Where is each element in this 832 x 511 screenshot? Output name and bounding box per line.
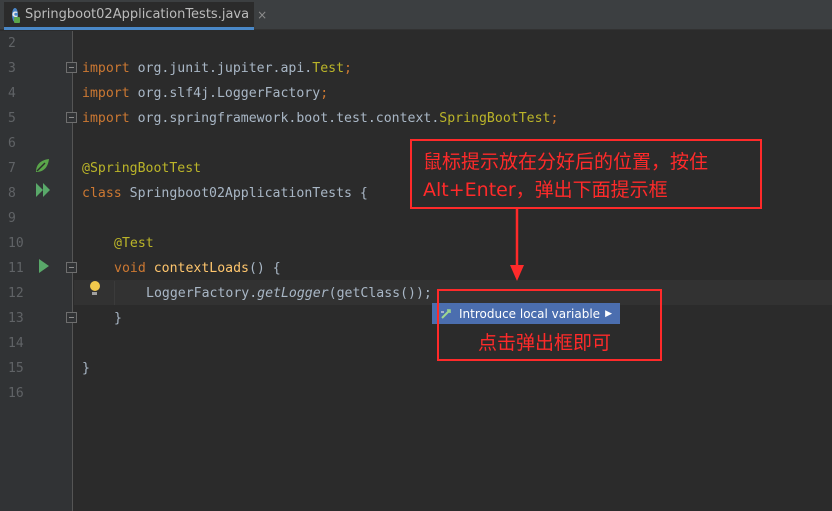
code-line-class-close: } [82, 361, 90, 376]
code-line-logger-call: LoggerFactory.getLogger(getClass()); [146, 286, 432, 301]
annotation-arrow [510, 209, 524, 281]
run-all-tests-icon[interactable] [35, 182, 53, 198]
line-number: 10 [8, 236, 24, 251]
file-tab-label: Springboot02ApplicationTests.java [24, 7, 250, 22]
code-line-method-close: } [114, 311, 122, 326]
java-class-icon: c [12, 7, 20, 23]
code-line-class-decl: class Springboot02ApplicationTests { [82, 186, 368, 201]
spring-bean-icon[interactable] [33, 157, 51, 175]
line-number: 12 [8, 286, 24, 301]
indent-guide [114, 281, 115, 305]
code-line-import-springboottest: import org.springframework.boot.test.con… [82, 111, 559, 126]
file-tab[interactable]: c Springboot02ApplicationTests.java × [4, 2, 267, 30]
code-line-test-annotation: @Test [114, 236, 154, 251]
editor-tab-bar: c Springboot02ApplicationTests.java × [0, 0, 832, 30]
line-number: 2 [8, 36, 16, 51]
line-number: 13 [8, 311, 24, 326]
line-number: 16 [8, 386, 24, 401]
annotation-text-line2: Alt+Enter，弹出下面提示框 [423, 179, 668, 201]
line-number: 8 [8, 186, 16, 201]
line-number: 9 [8, 211, 16, 226]
line-number: 4 [8, 86, 16, 101]
annotation-text-line1: 鼠标提示放在分好后的位置，按住 [423, 151, 709, 173]
code-line-import-test: import org.junit.jupiter.api.Test; [82, 61, 352, 76]
line-number: 11 [8, 261, 24, 276]
run-test-icon[interactable] [38, 258, 50, 274]
line-number: 6 [8, 136, 16, 151]
line-number: 5 [8, 111, 16, 126]
annotation-text-bottom: 点击弹出框即可 [478, 332, 612, 354]
line-number: 14 [8, 336, 24, 351]
code-line-annotation: @SpringBootTest [82, 161, 202, 176]
line-number: 3 [8, 61, 16, 76]
line-number: 7 [8, 161, 16, 176]
intention-lightbulb-icon[interactable] [89, 281, 101, 295]
code-editor[interactable]: import org.junit.jupiter.api.Test; impor… [74, 31, 832, 511]
line-number: 15 [8, 361, 24, 376]
code-line-method-decl: void contextLoads() { [114, 261, 281, 276]
close-tab-icon[interactable]: × [257, 8, 267, 22]
code-line-import-logger: import org.slf4j.LoggerFactory; [82, 86, 329, 101]
